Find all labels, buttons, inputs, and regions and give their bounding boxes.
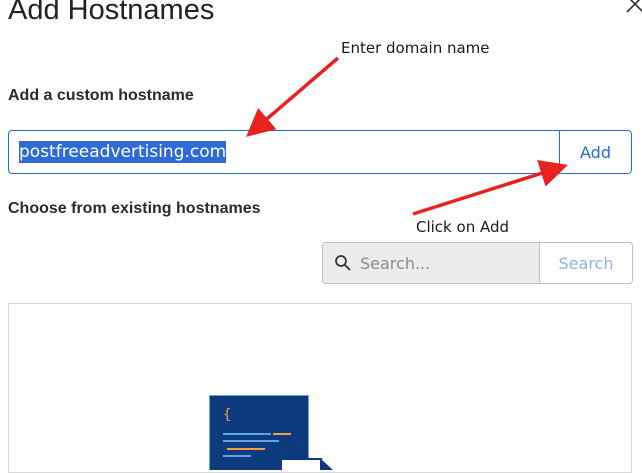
search-icon xyxy=(335,255,351,271)
close-icon[interactable] xyxy=(623,0,642,16)
dialog-title: Add Hostnames xyxy=(8,0,215,26)
arrow-to-hostname-input xyxy=(246,56,340,137)
custom-hostname-input-group: postfreeadvertising.com Add xyxy=(8,130,632,174)
annotation-enter-domain: Enter domain name xyxy=(341,39,490,57)
code-file-illustration: { xyxy=(209,395,333,470)
search-button[interactable]: Search xyxy=(540,243,632,283)
hostname-list-panel: { xyxy=(8,303,632,473)
search-field-wrapper xyxy=(323,243,540,283)
add-button[interactable]: Add xyxy=(559,131,631,173)
existing-hostnames-label: Choose from existing hostnames xyxy=(8,200,261,217)
svg-text:{: { xyxy=(223,407,231,423)
arrow-to-add-button xyxy=(412,159,569,216)
custom-hostname-input[interactable]: postfreeadvertising.com xyxy=(9,131,559,173)
custom-hostname-value: postfreeadvertising.com xyxy=(19,141,227,163)
hostname-search-group: Search xyxy=(322,242,633,284)
search-input[interactable] xyxy=(358,252,532,274)
annotation-click-add: Click on Add xyxy=(416,218,510,236)
custom-hostname-label: Add a custom hostname xyxy=(8,87,194,104)
